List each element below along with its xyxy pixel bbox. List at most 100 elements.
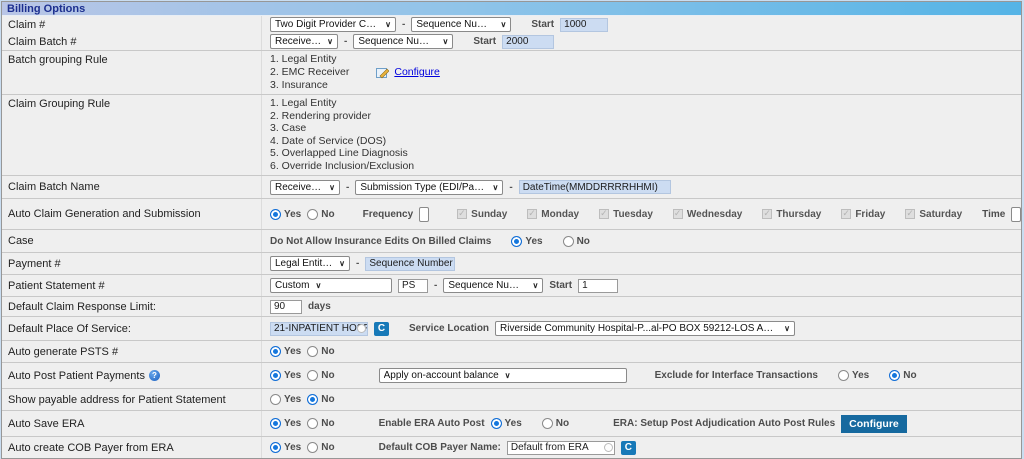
checkbox-icon [599, 209, 609, 219]
row-claim-batch-name: Claim Batch Name Receiver Id - Submissio… [2, 176, 1021, 199]
radio-icon [307, 370, 318, 381]
auto-psts-yes-radio[interactable]: Yes [270, 346, 301, 357]
row-claim-response-limit: Default Claim Response Limit: 90 days [2, 297, 1021, 317]
claim-batch-part1-select[interactable]: Receiver Id [270, 34, 338, 49]
billing-options-panel: Billing Options Claim # Two Digit Provid… [1, 1, 1022, 459]
auto-save-era-label: Auto Save ERA [2, 411, 262, 436]
patient-statement-start-input[interactable]: 1 [578, 279, 618, 293]
era-auto-post-no-radio[interactable]: No [542, 418, 569, 429]
auto-claim-yes-radio[interactable]: Yes [270, 209, 301, 220]
auto-claim-label: Auto Claim Generation and Submission [2, 199, 262, 229]
case-no-radio[interactable]: No [563, 236, 590, 247]
dash-separator: - [434, 280, 437, 291]
day-saturday-checkbox[interactable]: Saturday [905, 209, 962, 220]
era-setup-rules-label: ERA: Setup Post Adjudication Auto Post R… [613, 418, 835, 429]
radio-icon [307, 394, 318, 405]
exclude-yes-radio[interactable]: Yes [838, 370, 869, 381]
payment-part2-input[interactable]: Sequence Number [365, 257, 455, 271]
payment-part1-select[interactable]: Legal Entity Id [270, 256, 350, 271]
claim-start-label: Start [531, 19, 554, 30]
day-friday-checkbox[interactable]: Friday [841, 209, 885, 220]
row-claim-grouping-rule: Claim Grouping Rule 1. Legal Entity 2. R… [2, 95, 1021, 176]
dash-separator: - [509, 182, 512, 193]
cob-yes-radio[interactable]: Yes [270, 442, 301, 453]
exclude-no-radio[interactable]: No [889, 370, 916, 381]
batch-name-part1-select[interactable]: Receiver Id [270, 180, 340, 195]
dash-separator: - [346, 182, 349, 193]
default-cob-payer-label: Default COB Payer Name: [379, 442, 501, 453]
claim-number-part1-select[interactable]: Two Digit Provider Code [270, 17, 396, 32]
checkbox-icon [673, 209, 683, 219]
place-of-service-combo[interactable]: 21-INPATIENT HOSPITAL [270, 322, 368, 336]
auto-post-yes-radio[interactable]: Yes [270, 370, 301, 381]
payable-address-no-radio[interactable]: No [307, 394, 334, 405]
patient-statement-seq-select[interactable]: Sequence Number [443, 278, 543, 293]
checkbox-icon [527, 209, 537, 219]
day-wednesday-checkbox[interactable]: Wednesday [673, 209, 742, 220]
claim-batch-part2-select[interactable]: Sequence Number [353, 34, 453, 49]
cob-no-radio[interactable]: No [307, 442, 334, 453]
row-show-payable-address: Show payable address for Patient Stateme… [2, 389, 1021, 411]
radio-icon [270, 209, 281, 220]
auto-psts-no-radio[interactable]: No [307, 346, 334, 357]
batch-grouping-item: 1. Legal Entity [270, 54, 337, 66]
claim-batch-start-input[interactable]: 2000 [502, 35, 554, 49]
row-claim-batch-number: Claim Batch # Receiver Id - Sequence Num… [2, 33, 1021, 51]
row-default-place-of-service: Default Place Of Service: 21-INPATIENT H… [2, 317, 1021, 341]
row-auto-create-cob-payer: Auto create COB Payer from ERA Yes No De… [2, 437, 1021, 458]
radio-icon [270, 394, 281, 405]
auto-save-era-no-radio[interactable]: No [307, 418, 334, 429]
claim-grouping-item: 1. Legal Entity [270, 98, 337, 110]
place-of-service-input[interactable]: 21-INPATIENT HOSPITAL [270, 322, 368, 336]
claim-number-label: Claim # [2, 16, 262, 33]
claim-grouping-item: 5. Overlapped Line Diagnosis [270, 148, 408, 160]
row-auto-claim-generation: Auto Claim Generation and Submission Yes… [2, 199, 1021, 230]
patient-statement-type-select[interactable]: Custom [270, 278, 392, 293]
checkbox-icon [841, 209, 851, 219]
checkbox-icon [457, 209, 467, 219]
batch-name-datetime-input[interactable]: DateTime(MMDDRRRRHHMI) [519, 180, 671, 194]
claim-grouping-item: 3. Case [270, 123, 306, 135]
time-select[interactable]: 4:00 AM [1011, 207, 1021, 222]
patient-statement-start-label: Start [549, 280, 572, 291]
claim-batch-number-label: Claim Batch # [2, 33, 262, 50]
patient-statement-prefix-input[interactable]: PS [398, 279, 428, 293]
case-yes-radio[interactable]: Yes [511, 236, 542, 247]
dash-separator: - [356, 258, 359, 269]
claim-response-days-input[interactable]: 90 [270, 300, 302, 314]
radio-icon [542, 418, 553, 429]
claim-grouping-label: Claim Grouping Rule [2, 95, 262, 175]
auto-post-payments-label: Auto Post Patient Payments [2, 363, 262, 388]
radio-icon [889, 370, 900, 381]
configure-edit-icon[interactable] [376, 67, 389, 79]
day-sunday-checkbox[interactable]: Sunday [457, 209, 507, 220]
show-payable-address-label: Show payable address for Patient Stateme… [2, 389, 262, 410]
batch-name-part2-select[interactable]: Submission Type (EDI/Paper) [355, 180, 503, 195]
payable-address-yes-radio[interactable]: Yes [270, 394, 301, 405]
auto-post-no-radio[interactable]: No [307, 370, 334, 381]
era-auto-post-yes-radio[interactable]: Yes [491, 418, 522, 429]
row-patient-statement-number: Patient Statement # Custom PS - Sequence… [2, 275, 1021, 297]
day-tuesday-checkbox[interactable]: Tuesday [599, 209, 653, 220]
cob-payer-combo[interactable]: Default from ERA [507, 441, 615, 455]
frequency-select[interactable]: Daily [419, 207, 429, 222]
day-monday-checkbox[interactable]: Monday [527, 209, 579, 220]
era-configure-button[interactable]: Configure [841, 415, 907, 433]
cob-payer-input[interactable]: Default from ERA [507, 441, 615, 455]
dash-separator: - [402, 19, 405, 30]
row-payment-number: Payment # Legal Entity Id - Sequence Num… [2, 253, 1021, 275]
claim-number-part2-select[interactable]: Sequence Number [411, 17, 511, 32]
help-icon[interactable] [149, 370, 160, 381]
cob-payer-c-button[interactable]: C [621, 441, 636, 455]
claim-start-input[interactable]: 1000 [560, 18, 608, 32]
radio-icon [307, 209, 318, 220]
radio-icon [511, 236, 522, 247]
service-location-select[interactable]: Riverside Community Hospital-P...al-PO B… [495, 321, 795, 336]
day-thursday-checkbox[interactable]: Thursday [762, 209, 821, 220]
auto-save-era-yes-radio[interactable]: Yes [270, 418, 301, 429]
balance-option-select[interactable]: Apply on-account balance [379, 368, 627, 383]
radio-icon [307, 418, 318, 429]
place-of-service-c-button[interactable]: C [374, 322, 389, 336]
auto-claim-no-radio[interactable]: No [307, 209, 334, 220]
configure-link[interactable]: Configure [394, 67, 440, 79]
